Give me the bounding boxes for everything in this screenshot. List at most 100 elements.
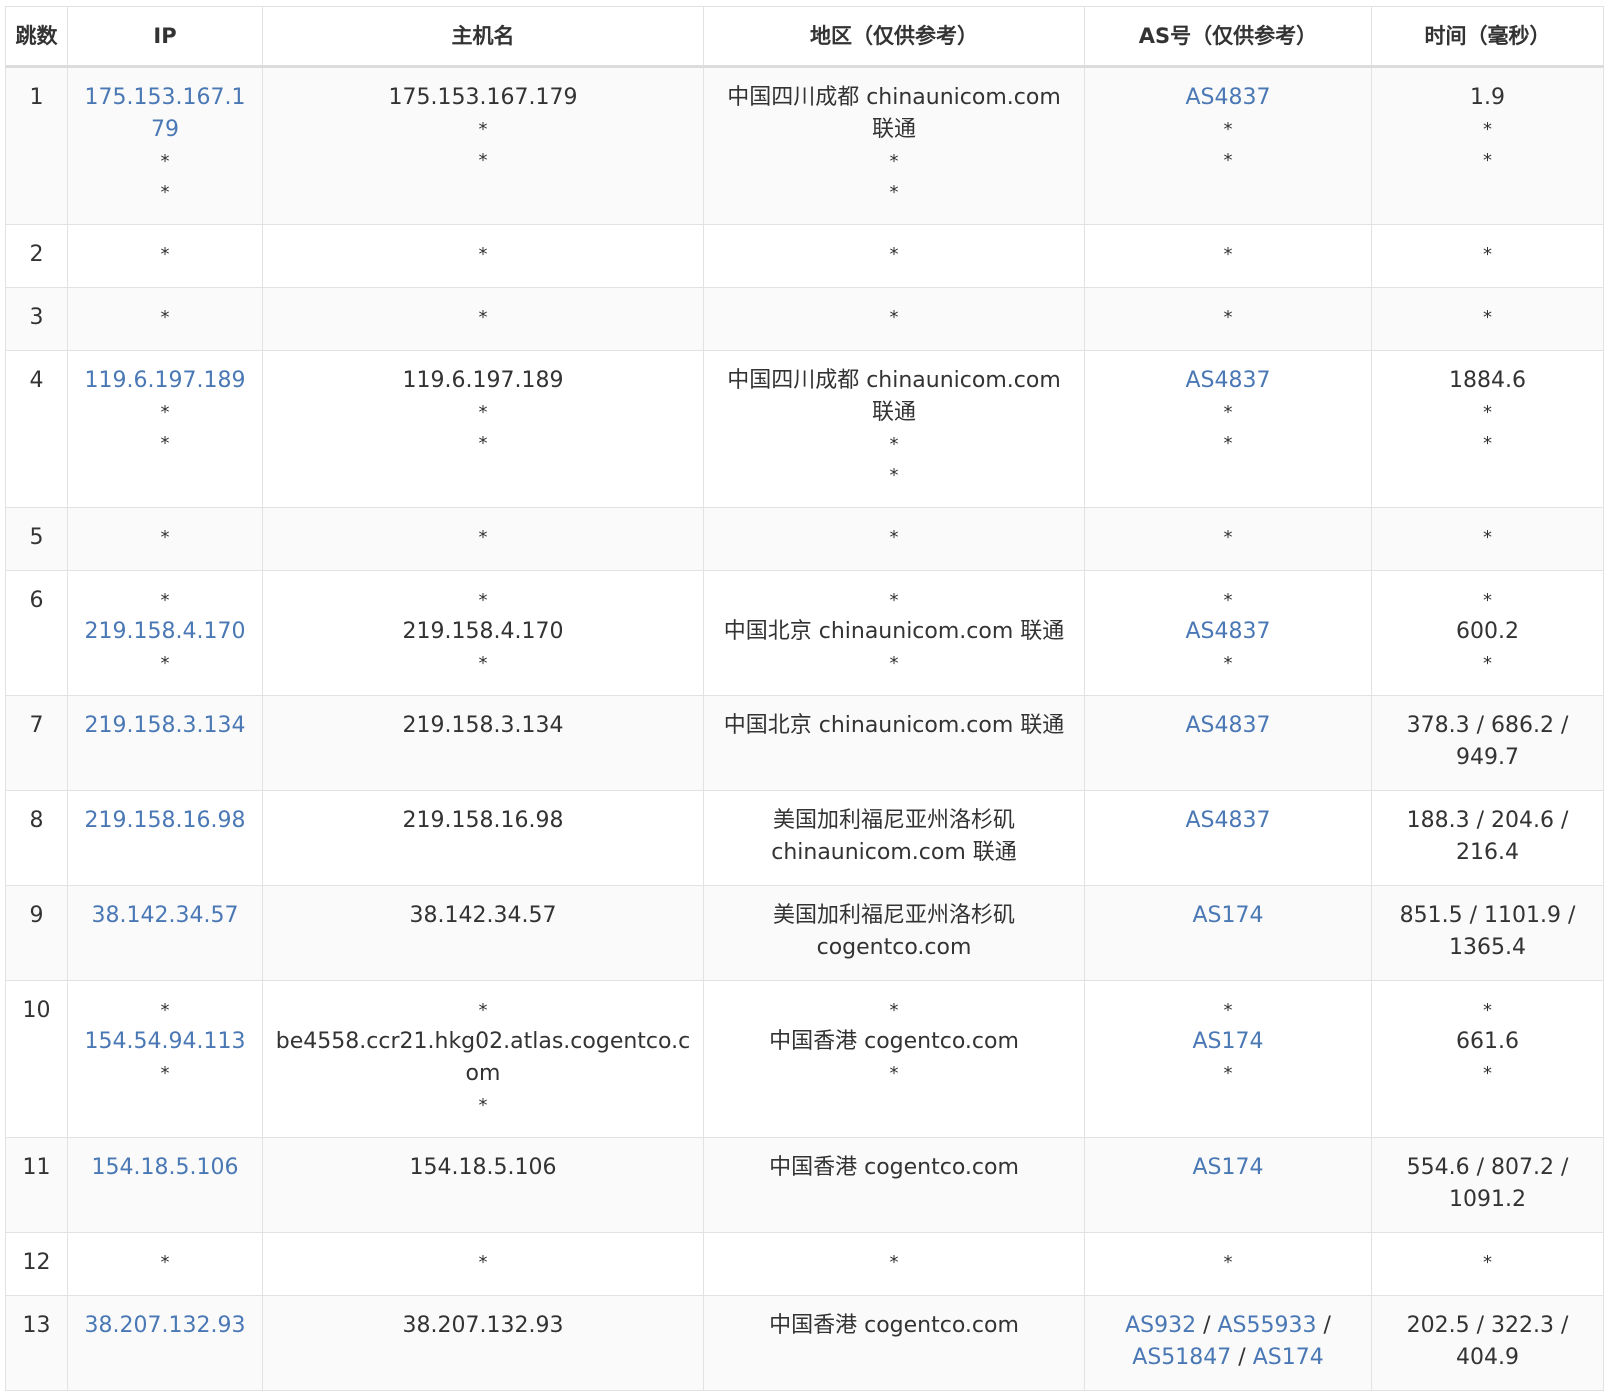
- table-body: 1 175.153.167.179 * * 175.153.167.179 * * 中国四川成…: [5, 66, 1604, 1391]
- ip-link[interactable]: 119.6.197.189: [85, 368, 246, 393]
- table-row: 4 119.6.197.189 * * 119.6.197.189 * * 中国四川成都 ch…: [5, 350, 1604, 508]
- no-response-marker: *: [1483, 527, 1492, 548]
- as-link[interactable]: AS174: [1192, 903, 1263, 928]
- time-cell: 202.5 / 322.3 / 404.9: [1371, 1295, 1604, 1391]
- ip-link[interactable]: 219.158.16.98: [85, 808, 246, 833]
- no-response-marker: *: [1483, 1252, 1492, 1273]
- no-response-marker: *: [478, 433, 488, 454]
- no-response-marker: *: [1223, 1000, 1233, 1021]
- table-row: 11 154.18.5.106 154.18.5.106 中国香港 cogentco.…: [5, 1137, 1604, 1233]
- no-response-marker: *: [889, 151, 899, 172]
- no-response-marker: *: [478, 1252, 488, 1273]
- as-link[interactable]: AS4837: [1185, 808, 1270, 833]
- as-cell: *: [1084, 287, 1372, 351]
- time-cell: 188.3 / 204.6 / 216.4: [1371, 790, 1604, 886]
- as-cell: AS4837 * *: [1084, 66, 1372, 225]
- hostname-cell: 38.142.34.57: [262, 885, 704, 981]
- hop-number: 4: [5, 350, 68, 508]
- as-link[interactable]: AS55933: [1218, 1313, 1317, 1338]
- ip-link[interactable]: 219.158.3.134: [85, 713, 246, 738]
- time-cell: 1.9 * *: [1371, 66, 1604, 225]
- no-response-marker: *: [1483, 307, 1492, 328]
- no-response-marker: *: [889, 590, 899, 611]
- ip-link[interactable]: 154.54.94.113: [85, 1029, 246, 1054]
- table-row: 9 38.142.34.57 38.142.34.57 美国加利福尼亚州洛杉矶 cog…: [5, 885, 1604, 981]
- ip-link[interactable]: 154.18.5.106: [92, 1155, 239, 1180]
- ip-cell: * 154.54.94.113 *: [67, 980, 263, 1138]
- hostname-cell: 154.18.5.106: [262, 1137, 704, 1233]
- no-response-marker: *: [478, 119, 488, 140]
- as-link[interactable]: AS4837: [1185, 85, 1270, 110]
- no-response-marker: *: [889, 527, 899, 548]
- header-as-number: AS号（仅供参考）: [1084, 6, 1372, 68]
- as-link[interactable]: AS4837: [1185, 619, 1270, 644]
- no-response-marker: *: [160, 1000, 170, 1021]
- no-response-marker: *: [1223, 590, 1233, 611]
- region-text: 中国北京 chinaunicom.com 联通: [723, 619, 1065, 644]
- ip-link[interactable]: 38.207.132.93: [85, 1313, 246, 1338]
- as-link[interactable]: AS932: [1125, 1313, 1196, 1338]
- ip-line: 219.158.3.134: [80, 710, 250, 742]
- hop-number: 11: [5, 1137, 68, 1233]
- as-link[interactable]: AS4837: [1185, 713, 1270, 738]
- as-line: AS4837: [1097, 710, 1359, 742]
- ip-link[interactable]: 175.153.167.179: [85, 85, 246, 142]
- table-row: 6 * 219.158.4.170 * * 219.158.4.170 * * 中国北京 chi…: [5, 570, 1604, 696]
- no-response-marker: *: [160, 433, 170, 454]
- no-response-marker: *: [1223, 244, 1233, 265]
- table-row: 2 * * * * *: [5, 224, 1604, 288]
- ip-cell: 119.6.197.189 * *: [67, 350, 263, 508]
- time-cell: 1884.6 * *: [1371, 350, 1604, 508]
- no-response-marker: *: [889, 1000, 899, 1021]
- ip-cell: *: [67, 224, 263, 288]
- header-ip: IP: [67, 6, 263, 68]
- no-response-marker: *: [160, 1252, 170, 1273]
- as-link[interactable]: AS174: [1253, 1345, 1324, 1370]
- time-cell: 851.5 / 1101.9 / 1365.4: [1371, 885, 1604, 981]
- hostname-cell: *: [262, 224, 704, 288]
- no-response-marker: *: [889, 434, 899, 455]
- region-text: 美国加利福尼亚州洛杉矶 chinaunicom.com 联通: [771, 808, 1017, 865]
- ip-cell: 154.18.5.106: [67, 1137, 263, 1233]
- as-line: AS4837: [1097, 365, 1359, 397]
- time-cell: * 600.2 *: [1371, 570, 1604, 696]
- hostname-text: 154.18.5.106: [409, 1155, 557, 1180]
- ip-link[interactable]: 38.142.34.57: [92, 903, 239, 928]
- as-link[interactable]: AS174: [1192, 1155, 1263, 1180]
- region-cell: * 中国北京 chinaunicom.com 联通 *: [703, 570, 1085, 696]
- as-cell: AS4837: [1084, 790, 1372, 886]
- as-link[interactable]: AS174: [1192, 1029, 1263, 1054]
- time-text: 378.3 / 686.2 / 949.7: [1406, 713, 1569, 770]
- time-text: 1884.6: [1449, 368, 1526, 393]
- ip-link[interactable]: 219.158.4.170: [85, 619, 246, 644]
- hop-number: 12: [5, 1232, 68, 1296]
- as-cell: * AS174 *: [1084, 980, 1372, 1138]
- time-cell: *: [1371, 507, 1604, 571]
- time-cell: 554.6 / 807.2 / 1091.2: [1371, 1137, 1604, 1233]
- hop-number: 10: [5, 980, 68, 1138]
- ip-cell: 219.158.3.134: [67, 695, 263, 791]
- no-response-marker: *: [1483, 590, 1492, 611]
- region-cell: 中国四川成都 chinaunicom.com 联通 * *: [703, 350, 1085, 508]
- no-response-marker: *: [1483, 119, 1492, 140]
- no-response-marker: *: [1223, 527, 1233, 548]
- hostname-text: 219.158.4.170: [402, 619, 564, 644]
- as-link[interactable]: AS51847: [1132, 1345, 1231, 1370]
- as-cell: * AS4837 *: [1084, 570, 1372, 696]
- no-response-marker: *: [160, 307, 170, 328]
- region-text: 中国四川成都 chinaunicom.com 联通: [727, 85, 1061, 142]
- as-line: AS4837: [1097, 616, 1359, 648]
- hostname-cell: *: [262, 287, 704, 351]
- no-response-marker: *: [889, 307, 899, 328]
- no-response-marker: *: [1483, 433, 1492, 454]
- ip-line: 38.207.132.93: [80, 1310, 250, 1342]
- ip-line: 219.158.4.170: [80, 616, 250, 648]
- no-response-marker: *: [478, 1000, 488, 1021]
- region-cell: 中国香港 cogentco.com: [703, 1137, 1085, 1233]
- region-text: 美国加利福尼亚州洛杉矶 cogentco.com: [772, 903, 1015, 960]
- no-response-marker: *: [478, 653, 488, 674]
- ip-line: 154.18.5.106: [80, 1152, 250, 1184]
- hostname-text: 175.153.167.179: [388, 85, 578, 110]
- as-separator: /: [1316, 1313, 1331, 1338]
- as-link[interactable]: AS4837: [1185, 368, 1270, 393]
